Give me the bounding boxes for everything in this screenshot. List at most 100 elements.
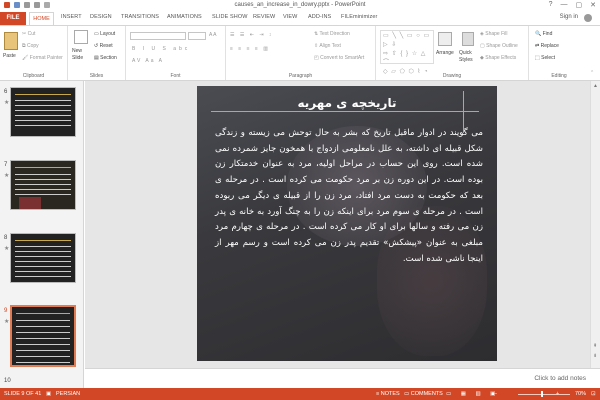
tab-review[interactable]: REVIEW <box>253 14 275 20</box>
shape-effects-button[interactable]: ◆ Shape Effects <box>480 55 516 61</box>
text-direction-button[interactable]: ⇅ Text Direction <box>314 31 350 37</box>
new-slide-icon[interactable] <box>74 30 88 44</box>
font-name-field[interactable] <box>130 32 186 40</box>
scroll-next-icon[interactable]: ⇟ <box>593 353 597 359</box>
arrange-button[interactable]: Arrange <box>436 50 454 56</box>
animation-star-icon: ★ <box>4 319 10 325</box>
tab-fileminimizer[interactable]: FILEminimizer <box>341 14 377 20</box>
cut-button[interactable]: ✂ Cut <box>22 31 35 37</box>
minimize-button[interactable]: — <box>561 1 568 9</box>
view-buttons[interactable]: ▭ ▦ ▥ ▣ <box>446 391 499 397</box>
language-indicator[interactable]: PERSIAN <box>56 391 80 397</box>
notes-placeholder[interactable]: Click to add notes <box>534 375 586 382</box>
select-button[interactable]: ⬚ Select <box>535 55 555 61</box>
tab-slide-show[interactable]: SLIDE SHOW <box>212 14 248 20</box>
window-controls: ? — ▢ ✕ <box>549 1 596 9</box>
arrange-icon[interactable] <box>438 32 452 46</box>
bullets-icons[interactable]: ☰ ☰ ⇤ ⇥ ↕ <box>230 32 273 38</box>
slide-thumbnail-panel[interactable]: 6 ★ 7 ★ 8 ★ 9 ★ 10 <box>0 81 84 388</box>
font-group-label: Font <box>170 73 181 79</box>
font-grow-icon[interactable]: A A <box>209 32 217 38</box>
font-size-field[interactable] <box>188 32 206 40</box>
thumbnail-number: 10 <box>4 378 11 384</box>
title-underline <box>211 111 479 112</box>
window-title: causes_an_increase_in_dowry.pptx - Power… <box>234 2 366 8</box>
format-painter-button[interactable]: 🖌 Format Painter <box>22 55 63 61</box>
drawing-group: ▭ ╲ ╲ ▭ ○ ▭ ▷ ⇩ ⇨ ⇧ { } ☆ △ ⌒ ◇ ▱ ⬠ ⬡ ⌇ ◔ … <box>376 26 529 80</box>
collapse-ribbon-icon[interactable]: ⌃ <box>590 70 594 76</box>
slide-title[interactable]: تاریخچه ی مهریه <box>197 96 497 110</box>
section-button[interactable]: ▤ Section <box>94 55 117 61</box>
paste-button[interactable]: Paste <box>3 53 16 59</box>
tab-home[interactable]: HOME <box>29 12 54 25</box>
slides-group-label: Slides <box>89 73 104 79</box>
notes-toggle[interactable]: ≡ NOTES <box>376 391 400 397</box>
paragraph-group-label: Paragraph <box>288 73 313 79</box>
copy-button[interactable]: ⧉ Copy <box>22 43 39 49</box>
close-button[interactable]: ✕ <box>590 1 596 9</box>
drawing-group-label: Drawing <box>442 73 462 79</box>
clipboard-group-label: Clipboard <box>22 73 45 79</box>
new-slide-button[interactable]: New Slide <box>72 48 92 62</box>
tab-view[interactable]: VIEW <box>283 14 297 20</box>
shapes-gallery[interactable]: ▭ ╲ ╲ ▭ ○ ▭ ▷ ⇩ ⇨ ⇧ { } ☆ △ ⌒ ◇ ▱ ⬠ ⬡ ⌇ ◔ <box>380 30 434 75</box>
tab-add-ins[interactable]: ADD-INS <box>308 14 331 20</box>
animation-star-icon: ★ <box>4 246 10 252</box>
editing-group-label: Editing <box>551 73 567 79</box>
alignment-icons[interactable]: ≡ ≡ ≡ ≡ ▥ <box>230 46 270 52</box>
font-style-icons[interactable]: B I U S abc <box>132 46 190 52</box>
status-bar: SLIDE 9 OF 41 ▣ PERSIAN ≡ NOTES ▭ COMMEN… <box>0 388 600 400</box>
quick-styles-icon[interactable] <box>462 32 474 46</box>
thumbnail-number: 8 <box>4 235 8 241</box>
find-button[interactable]: 🔍 Find <box>535 31 552 37</box>
notes-pane[interactable]: Click to add notes <box>85 368 600 388</box>
scroll-up-icon[interactable]: ▲ <box>593 83 598 89</box>
paragraph-group: ☰ ☰ ⇤ ⇥ ↕ ≡ ≡ ≡ ≡ ▥ ⇅ Text Direction ⇳ A… <box>226 26 376 80</box>
shape-fill-button[interactable]: ◈ Shape Fill <box>480 31 507 37</box>
thumbnail-number: 7 <box>4 162 8 168</box>
slide-body-text[interactable]: می گویند در ادوار ماقبل تاریخ که بشر به … <box>215 126 483 267</box>
zoom-out-icon[interactable]: − <box>494 391 497 397</box>
scroll-prev-icon[interactable]: ⇞ <box>593 343 597 349</box>
font-color-icons[interactable]: AV Aa A <box>132 58 164 64</box>
zoom-slider[interactable] <box>518 393 570 395</box>
reset-button[interactable]: ↺ Reset <box>94 43 113 49</box>
title-bar: causes_an_increase_in_dowry.pptx - Power… <box>0 0 600 12</box>
zoom-level[interactable]: 70% <box>575 391 586 397</box>
tab-file[interactable]: FILE <box>0 12 26 25</box>
paste-icon[interactable] <box>4 32 18 50</box>
current-slide[interactable]: تاریخچه ی مهریه می گویند در ادوار ماقبل … <box>197 86 497 361</box>
tab-transitions[interactable]: TRANSITIONS <box>121 14 159 20</box>
slide-thumbnail-9-selected[interactable] <box>10 305 76 367</box>
tab-animations[interactable]: ANIMATIONS <box>167 14 202 20</box>
comments-toggle[interactable]: ▭ COMMENTS <box>404 391 443 397</box>
font-group: A A B I U S abc AV Aa A Font <box>126 26 226 80</box>
align-text-button[interactable]: ⇳ Align Text <box>314 43 341 49</box>
ribbon: Paste ✂ Cut ⧉ Copy 🖌 Format Painter Clip… <box>0 25 600 81</box>
layout-button[interactable]: ▭ Layout <box>94 31 115 37</box>
quick-styles-button[interactable]: Quick Styles <box>459 50 477 64</box>
vertical-scrollbar[interactable]: ▲ ⇞ ⇟ <box>590 81 600 368</box>
zoom-slider-thumb[interactable] <box>541 391 543 397</box>
user-face-icon[interactable] <box>584 14 592 22</box>
maximize-button[interactable]: ▢ <box>576 1 583 9</box>
fit-slide-icon[interactable]: ⊡ <box>591 391 596 397</box>
editing-group: 🔍 Find ⇄ Replace ⬚ Select Editing <box>529 26 589 80</box>
spellcheck-icon[interactable]: ▣ <box>46 391 51 397</box>
slides-group: New Slide ▭ Layout ↺ Reset ▤ Section Sli… <box>68 26 126 80</box>
slide-thumbnail-8[interactable] <box>10 233 76 283</box>
slide-thumbnail-6[interactable] <box>10 87 76 137</box>
slide-thumbnail-7[interactable] <box>10 160 76 210</box>
shape-outline-button[interactable]: ▢ Shape Outline <box>480 43 518 49</box>
zoom-in-icon[interactable]: + <box>556 391 559 397</box>
ribbon-tabs: FILE HOME INSERT DESIGN TRANSITIONS ANIM… <box>0 12 600 25</box>
clipboard-group: Paste ✂ Cut ⧉ Copy 🖌 Format Painter Clip… <box>0 26 68 80</box>
help-button[interactable]: ? <box>549 1 553 9</box>
sign-in-link[interactable]: Sign in <box>560 14 578 20</box>
replace-button[interactable]: ⇄ Replace <box>535 43 559 49</box>
smartart-button[interactable]: ◰ Convert to SmartArt <box>314 55 364 61</box>
thumbnail-number: 6 <box>4 89 8 95</box>
tab-insert[interactable]: INSERT <box>61 14 82 20</box>
animation-star-icon: ★ <box>4 100 10 106</box>
tab-design[interactable]: DESIGN <box>90 14 112 20</box>
